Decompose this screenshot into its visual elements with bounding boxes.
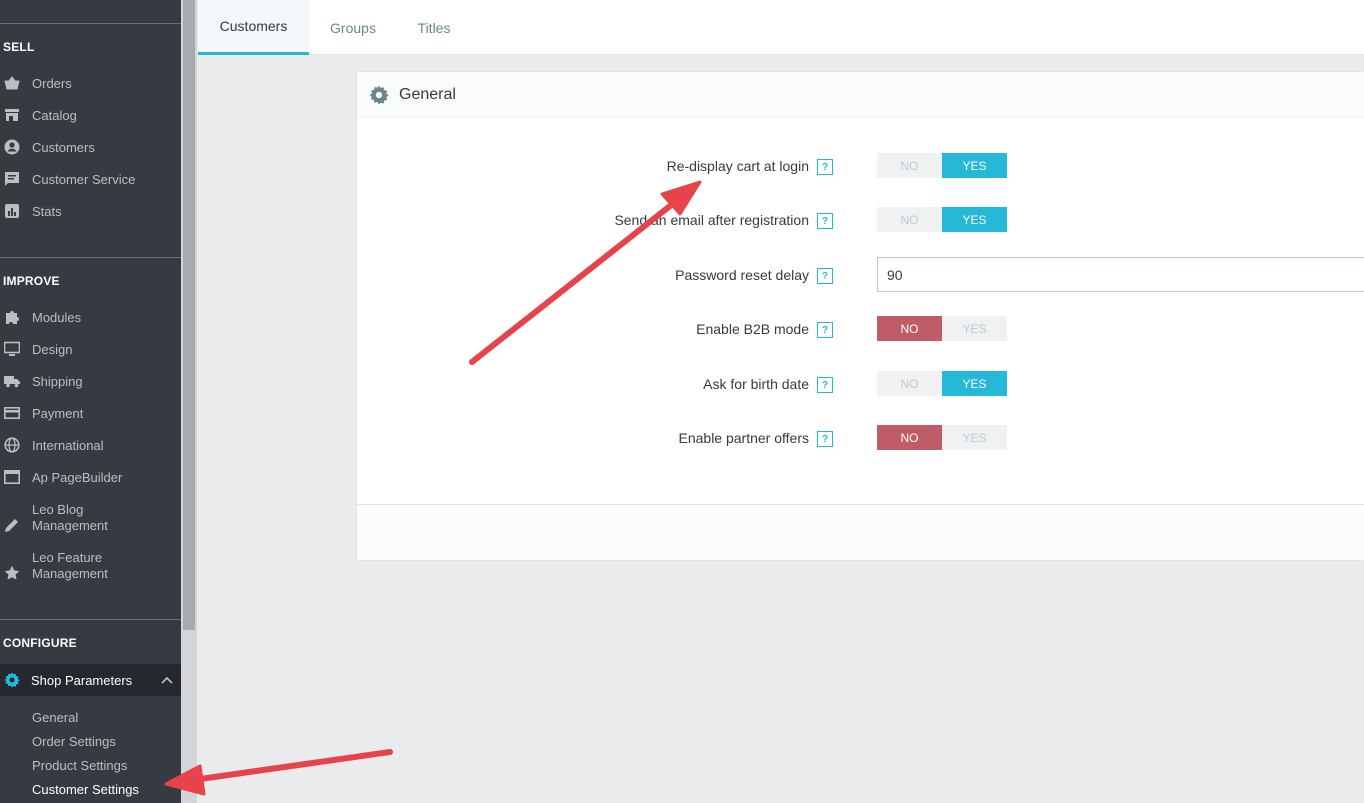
gear-icon [4,672,20,688]
sidebar-item-label: Stats [32,203,62,219]
sidebar: SELL Orders Catalog Customers Customer S… [0,0,181,803]
password-reset-delay-input[interactable]: 90 [877,257,1364,292]
globe-icon [4,437,20,453]
field-label-redisplay-cart: Re-display cart at login [666,158,809,174]
sidebar-divider [0,257,181,258]
sidebar-item-shipping[interactable]: Shipping [0,369,181,393]
switch-yes-option[interactable]: YES [942,153,1007,178]
sidebar-item-label: Ap PageBuilder [32,469,123,485]
b2b-mode-switch: NO YES [877,316,1007,341]
birth-date-switch: NO YES [877,371,1007,396]
annotation-arrow-left [164,749,393,796]
panel-footer [357,504,1364,560]
switch-yes-option[interactable]: YES [942,207,1007,232]
chevron-up-icon[interactable] [161,674,173,692]
sidebar-item-modules[interactable]: Modules [0,305,181,329]
sidebar-item-catalog[interactable]: Catalog [0,103,181,127]
help-icon[interactable]: ? [817,431,833,447]
chat-icon [4,171,20,187]
field-label-b2b-mode: Enable B2B mode [696,321,809,337]
sidebar-item-shop-parameters[interactable]: Shop Parameters [0,664,181,696]
switch-no-option[interactable]: NO [877,371,942,396]
panel-title: General [399,85,456,103]
send-email-switch: NO YES [877,207,1007,232]
help-icon[interactable]: ? [817,213,833,229]
field-label-birth-date: Ask for birth date [703,376,809,392]
star-icon [4,565,20,581]
section-title-sell: SELL [3,40,35,54]
switch-yes-option[interactable]: YES [942,316,1007,341]
sidebar-item-ap-pagebuilder[interactable]: Ap PageBuilder [0,465,181,489]
panel-header: General [357,72,1364,118]
field-label-partner-offers: Enable partner offers [678,430,810,446]
sidebar-item-label: Catalog [32,107,77,123]
basket-icon [4,75,20,91]
monitor-icon [4,341,20,357]
sidebar-item-orders[interactable]: Orders [0,71,181,95]
sidebar-item-label: Customer Service [32,171,136,187]
window-icon [4,469,20,485]
general-panel: General Re-display cart at login ? NO YE… [356,71,1364,561]
help-icon[interactable]: ? [817,268,833,284]
sidebar-item-design[interactable]: Design [0,337,181,361]
sidebar-item-label: Orders [32,75,72,91]
redisplay-cart-switch: NO YES [877,153,1007,178]
sidebar-item-label: Modules [32,309,82,325]
switch-no-option[interactable]: NO [877,425,942,450]
chart-icon [4,203,20,219]
tab-titles[interactable]: Titles [397,0,471,55]
subitem-order-settings[interactable]: Order Settings [32,734,116,749]
sidebar-item-leo-feature-management[interactable]: Leo Feature Management [0,550,181,582]
partner-offers-switch: NO YES [877,425,1007,450]
sidebar-item-label: Customers [32,139,95,155]
section-title-improve: IMPROVE [3,274,60,288]
tab-groups[interactable]: Groups [309,0,397,55]
subitem-customer-settings[interactable]: Customer Settings [32,782,139,797]
help-icon[interactable]: ? [817,159,833,175]
account-circle-icon [4,139,20,155]
sidebar-divider [0,619,181,620]
sidebar-scrollbar[interactable] [181,0,197,803]
field-label-send-email: Send an email after registration [614,212,809,228]
truck-icon [4,373,20,389]
pencil-icon [4,517,20,533]
sidebar-item-leo-blog-management[interactable]: Leo Blog Management [0,502,181,534]
help-icon[interactable]: ? [817,377,833,393]
section-title-configure: CONFIGURE [3,636,77,650]
sidebar-item-label: Design [32,341,73,357]
sidebar-item-customers[interactable]: Customers [0,135,181,159]
gear-icon [369,85,389,105]
sidebar-item-label: Leo Blog Management [32,502,108,533]
sidebar-item-label: Shop Parameters [31,672,133,688]
tab-bar: Customers Groups Titles [198,0,1364,55]
subitem-general[interactable]: General [32,710,78,725]
switch-no-option[interactable]: NO [877,207,942,232]
store-icon [4,107,20,123]
switch-yes-option[interactable]: YES [942,371,1007,396]
sidebar-item-label: Payment [32,405,84,421]
field-label-password-reset-delay: Password reset delay [675,267,809,283]
switch-yes-option[interactable]: YES [942,425,1007,450]
switch-no-option[interactable]: NO [877,153,942,178]
help-icon[interactable]: ? [817,322,833,338]
sidebar-divider [0,23,181,24]
sidebar-item-label: Shipping [32,373,83,389]
puzzle-icon [4,309,20,325]
subitem-product-settings[interactable]: Product Settings [32,758,127,773]
switch-no-option[interactable]: NO [877,316,942,341]
sidebar-item-label: International [32,437,104,453]
credit-card-icon [4,405,20,421]
sidebar-item-payment[interactable]: Payment [0,401,181,425]
scrollbar-thumb[interactable] [183,0,195,630]
tab-customers[interactable]: Customers [198,0,309,55]
sidebar-item-customer-service[interactable]: Customer Service [0,167,181,191]
sidebar-item-international[interactable]: International [0,433,181,457]
sidebar-item-label: Leo Feature Management [32,550,108,581]
sidebar-item-stats[interactable]: Stats [0,199,181,223]
